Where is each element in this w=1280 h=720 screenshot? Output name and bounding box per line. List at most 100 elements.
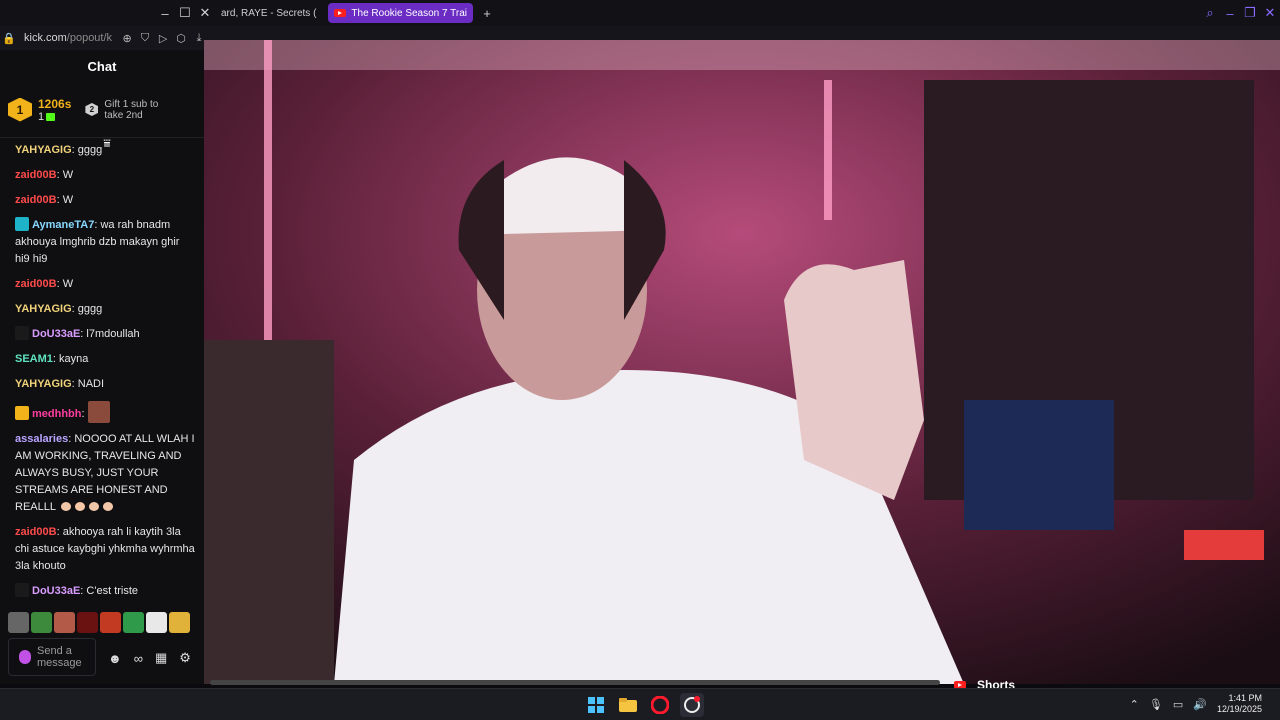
window-restore-icon[interactable]: ❐ (1240, 5, 1260, 21)
chat-username[interactable]: assalaries (15, 433, 68, 445)
minimize-icon[interactable]: – (155, 6, 175, 21)
new-tab-button[interactable]: + (477, 6, 497, 21)
chat-message: zaid00B: W (15, 194, 74, 206)
clock-date: 12/19/2025 (1216, 704, 1262, 714)
clock-time: 1:41 PM (1228, 693, 1262, 703)
network-icon[interactable]: ▭ (1173, 698, 1183, 711)
next-rank-badge: 2 (85, 103, 99, 116)
tab-raye-secrets[interactable]: ard, RAYE - Secrets ( (215, 3, 322, 23)
chat-username[interactable]: zaid00B (15, 169, 57, 181)
windows-taskbar: ⌃ 🎙 ▭ 🔊 1:41 PM 12/19/2025 (0, 688, 1280, 720)
search-tabs-icon[interactable]: ⌕ (1200, 5, 1220, 21)
chat-username[interactable]: zaid00B (15, 194, 57, 206)
chat-text: l7mdoullah (86, 328, 140, 340)
crown-badge-icon (15, 406, 29, 420)
system-tray: ⌃ 🎙 ▭ 🔊 1:41 PM 12/19/2025 (1130, 693, 1262, 715)
close-tab-icon[interactable]: ✕ (195, 5, 215, 21)
chat-message: medhhbh: (15, 401, 196, 423)
volume-icon[interactable]: 🔊 (1193, 698, 1207, 711)
extensions-icon[interactable]: ⬡ (172, 32, 190, 45)
scroll-to-bottom-icon[interactable]: ⩸ (100, 136, 114, 151)
clap-emoji-icon (88, 502, 99, 511)
chat-text: gggg (77, 144, 103, 156)
zoom-icon[interactable]: ⊕ (118, 32, 136, 45)
gift-leaderboard[interactable]: 1 1206s 1 2 Gift 1 sub to take 2nd (0, 82, 204, 138)
url-field[interactable]: kick.com/popout/k (24, 32, 112, 44)
chat-text: W (62, 278, 74, 290)
maximize-icon[interactable]: ☐ (175, 5, 195, 21)
frog-emote-icon[interactable] (31, 612, 52, 633)
chat-message-list: YAHYAGIG: gggg zaid00B: W zaid00B: W Aym… (0, 138, 204, 600)
file-explorer-icon[interactable] (616, 693, 640, 717)
windows-start-icon[interactable] (584, 693, 608, 717)
clap-emoji-icon (60, 502, 71, 511)
opera-icon[interactable] (648, 693, 672, 717)
chat-text: gggg (77, 303, 103, 315)
clap-emoji-icon (102, 502, 113, 511)
youtube-icon (334, 9, 347, 17)
frog-emote-icon[interactable] (123, 612, 144, 633)
user-badge-icon (15, 583, 29, 597)
chat-username[interactable]: AymaneTA7 (32, 219, 94, 231)
chat-username[interactable]: YAHYAGIG (15, 303, 72, 315)
chat-message: AymaneTA7: wa rah bnadm akhouya lmghrib … (15, 217, 180, 265)
quick-emote-row (8, 612, 190, 633)
emote-icon[interactable] (146, 612, 167, 633)
clap-emoji-icon (74, 502, 85, 511)
chat-username[interactable]: SEAM1 (15, 353, 53, 365)
play-icon[interactable]: ▷ (154, 32, 172, 45)
chat-username[interactable]: DoU33aE (32, 585, 80, 597)
stream-video-frame (204, 40, 1280, 684)
browser-tab-strip: – ☐ ✕ ard, RAYE - Secrets ( The Rookie S… (0, 0, 1280, 26)
emote-icon[interactable] (8, 612, 29, 633)
gift-prompt[interactable]: Gift 1 sub to take 2nd (104, 99, 168, 121)
chat-text: W (62, 169, 74, 181)
emoji-icon[interactable]: ☻ (108, 651, 122, 666)
chat-message: assalaries: NOOOO AT ALL WLAH I AM WORKI… (15, 433, 195, 513)
chat-username[interactable]: DoU33aE (32, 328, 80, 340)
chat-username[interactable]: YAHYAGIG (15, 378, 72, 390)
gift-icon (46, 112, 56, 121)
microphone-tray-icon[interactable]: 🎙 (1149, 698, 1163, 711)
chat-toolbar: ☻ ∞ ▦ ⚙ (108, 650, 191, 666)
taskbar-apps (584, 693, 704, 717)
emote-icon[interactable] (169, 612, 190, 633)
horizontal-scrollbar[interactable] (210, 680, 940, 685)
sub-count: 1 (38, 110, 45, 123)
chat-input-placeholder: Send a message (37, 645, 82, 669)
user-badge-icon (15, 217, 29, 231)
sub-count-row: 1 (38, 111, 71, 123)
chevron-up-icon[interactable]: ⌃ (1130, 698, 1139, 711)
window-minimize-icon[interactable]: – (1220, 6, 1240, 21)
rank-badge: 1 (8, 97, 32, 122)
chat-panel: Chat 1 1206s 1 2 Gift 1 sub to take 2nd … (0, 50, 204, 684)
window-close-icon[interactable]: ✕ (1260, 5, 1280, 21)
gear-icon[interactable]: ⚙ (179, 650, 191, 666)
tab-the-rookie[interactable]: The Rookie Season 7 Trai (328, 3, 474, 23)
chat-username[interactable]: zaid00B (15, 278, 57, 290)
chat-message: zaid00B: W (15, 169, 74, 181)
chat-message: DoU33aE: C'est triste (15, 583, 196, 600)
chat-username[interactable]: medhhbh (32, 408, 82, 420)
infinity-icon[interactable]: ∞ (134, 651, 143, 666)
opera-gx-icon[interactable] (680, 693, 704, 717)
chat-message: YAHYAGIG: NADI (15, 378, 105, 390)
microphone-icon[interactable] (19, 650, 31, 664)
chat-message: DoU33aE: l7mdoullah (15, 326, 196, 343)
chat-input[interactable]: Send a message (8, 638, 96, 676)
chat-username[interactable]: YAHYAGIG (15, 144, 72, 156)
chat-text: C'est triste (86, 585, 139, 597)
shield-icon[interactable]: ⛉ (136, 32, 154, 45)
chat-username[interactable]: zaid00B (15, 526, 57, 538)
chat-text: NADI (77, 378, 105, 390)
emote-icon (87, 401, 110, 423)
video-player[interactable] (204, 40, 1280, 684)
system-clock[interactable]: 1:41 PM 12/19/2025 (1217, 693, 1262, 715)
lock-icon: 🔒 (2, 32, 16, 45)
emote-icon[interactable] (77, 612, 98, 633)
user-badge-icon (15, 326, 29, 340)
chat-text: kayna (59, 353, 89, 365)
emote-icon[interactable] (100, 612, 121, 633)
store-icon[interactable]: ▦ (155, 650, 167, 666)
emote-icon[interactable] (54, 612, 75, 633)
